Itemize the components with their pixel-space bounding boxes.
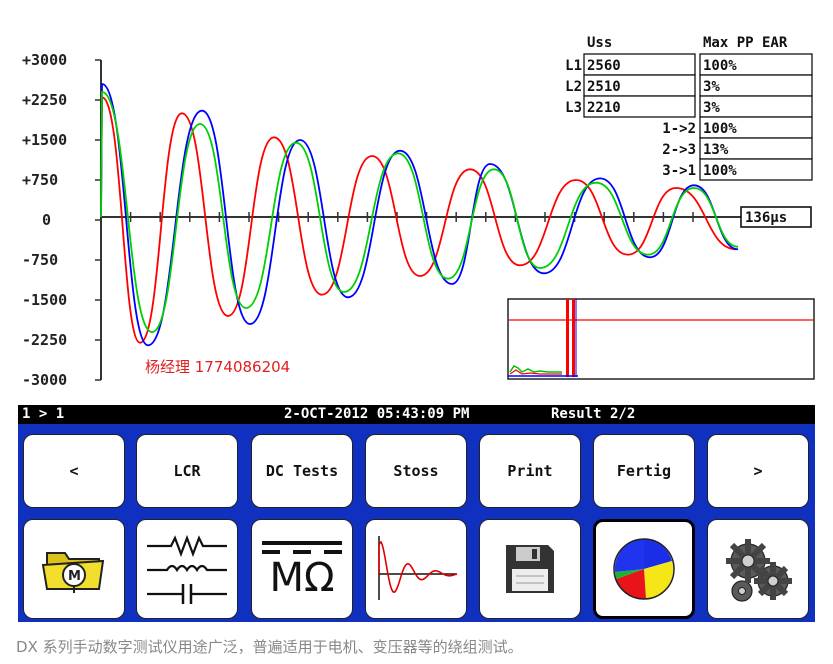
y-tick-label: 0	[42, 211, 51, 229]
settings-button[interactable]	[707, 519, 809, 619]
surge-waveform-chart: +3000+2250+1500+7500-750-1500-2250-3000 …	[22, 35, 815, 389]
prev-label: <	[69, 462, 79, 480]
y-tick-label: +3000	[22, 51, 67, 69]
y-tick-label: -3000	[22, 371, 67, 389]
trace-l3	[100, 91, 739, 333]
y-tick-label: +750	[22, 171, 58, 189]
save-button[interactable]	[479, 519, 581, 619]
y-tick-label: +1500	[22, 131, 67, 149]
time-readout: 136µs	[745, 210, 787, 226]
uss-value: 2560	[587, 58, 621, 74]
status-result: Result 2/2	[551, 406, 636, 422]
motor-folder-button[interactable]: M	[23, 519, 125, 619]
result-table: Uss Max PP EAR L1 2560 100% L2 2510 3% L3 2210 3…	[565, 35, 813, 181]
pair-label: 1->2	[662, 121, 696, 137]
svg-text:M: M	[68, 569, 81, 584]
fertig-label: Fertig	[616, 462, 672, 480]
pair-value: 100%	[703, 121, 737, 137]
status-bar: 1 > 1 2-OCT-2012 05:43:09 PM Result 2/2	[18, 405, 815, 424]
components-button[interactable]	[136, 519, 238, 619]
components-icon	[147, 534, 227, 604]
uss-value: 2210	[587, 100, 621, 116]
pie-chart-button[interactable]	[593, 519, 695, 619]
y-tick-label: -750	[22, 251, 58, 269]
caption-text: DX 系列手动数字测试仪用途广泛，普遍适用于电机、变压器等的绕组测试。	[16, 638, 523, 656]
pair-value: 100%	[703, 163, 737, 179]
surge-wave-button[interactable]	[365, 519, 467, 619]
status-datetime: 2-OCT-2012 05:43:09 PM	[284, 406, 470, 422]
megaohm-icon: MΩ	[269, 555, 335, 601]
uss-header: Uss	[587, 35, 612, 51]
motor-folder-icon: M	[41, 552, 105, 593]
prev-button[interactable]: <	[23, 434, 125, 508]
y-tick-label: -2250	[22, 331, 67, 349]
dc-tests-button[interactable]: DC Tests	[251, 434, 353, 508]
row-label-l2: L2	[565, 79, 582, 95]
uss-value: 2510	[587, 79, 621, 95]
dc-ohm-button[interactable]: MΩ	[251, 519, 353, 619]
dc-symbol-icon	[262, 541, 342, 554]
pair-label: 2->3	[662, 142, 696, 158]
stoss-label: Stoss	[393, 462, 439, 480]
stoss-button[interactable]: Stoss	[365, 434, 467, 508]
lcr-button[interactable]: LCR	[136, 434, 238, 508]
ear-value: 3%	[703, 100, 720, 116]
gears-icon	[726, 539, 792, 602]
y-tick-label: -1500	[22, 291, 67, 309]
floppy-disk-icon	[506, 545, 554, 593]
pair-value: 13%	[703, 142, 729, 158]
y-tick-label: +2250	[22, 91, 67, 109]
ear-header: Max PP EAR	[703, 35, 788, 51]
ear-value: 100%	[703, 58, 737, 74]
status-index: 1 > 1	[22, 406, 65, 422]
row-label-l3: L3	[565, 100, 582, 116]
fertig-button[interactable]: Fertig	[593, 434, 695, 508]
next-button[interactable]: >	[707, 434, 809, 508]
mini-preview	[507, 298, 815, 380]
row-label-l1: L1	[565, 58, 582, 74]
pair-label: 3->1	[662, 163, 696, 179]
next-label: >	[753, 462, 763, 480]
print-label: Print	[507, 462, 553, 480]
lcr-label: LCR	[173, 462, 201, 480]
dc-tests-label: DC Tests	[265, 462, 339, 480]
print-button[interactable]: Print	[479, 434, 581, 508]
ear-value: 3%	[703, 79, 720, 95]
watermark-text: 杨经理 1774086204	[145, 358, 290, 376]
surge-wave-icon	[378, 536, 458, 600]
control-panel: < LCR DC Tests Stoss Print Fertig > M MΩ	[18, 424, 815, 622]
pie-chart-icon	[613, 538, 675, 600]
